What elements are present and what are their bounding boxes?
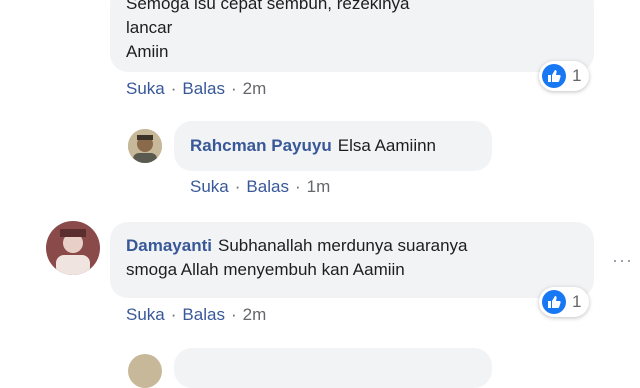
more-options-icon[interactable]: ··· <box>612 250 633 271</box>
separator-dot: · <box>230 79 237 98</box>
like-link[interactable]: Suka <box>126 305 165 324</box>
reaction-count: 1 <box>572 292 582 311</box>
reply-link[interactable]: Balas <box>182 305 225 324</box>
reply-link[interactable]: Balas <box>246 177 289 196</box>
thumbs-up-icon <box>542 290 566 314</box>
comment-text-line: Semoga isu cepat sembuh, rezekinya <box>126 0 410 13</box>
comment-actions: Suka · Balas · 2m <box>126 79 266 99</box>
comment-text-line: smoga Allah menyembuh kan Aamiin <box>126 260 405 279</box>
like-link[interactable]: Suka <box>190 177 229 196</box>
separator-dot: · <box>170 305 177 324</box>
reply-link[interactable]: Balas <box>182 79 225 98</box>
reaction-badge[interactable]: 1 <box>539 287 590 317</box>
reaction-badge[interactable]: 1 <box>539 61 590 91</box>
reply-actions: Suka · Balas · 1m <box>190 177 330 197</box>
reply-text: Elsa Aamiinn <box>337 136 437 155</box>
comment-author[interactable]: Damayanti <box>126 236 212 255</box>
timestamp[interactable]: 2m <box>243 79 267 98</box>
reaction-count: 1 <box>572 66 582 85</box>
comment-bubble: Semoga isu cepat sembuh, rezekinya lanca… <box>110 0 594 72</box>
timestamp[interactable]: 2m <box>243 305 267 324</box>
comment-bubble: Damayanti Subhanallah merdunya suaranya s… <box>110 222 594 298</box>
avatar[interactable] <box>46 221 100 275</box>
comment-text-line: Subhanallah merdunya suaranya <box>217 236 468 255</box>
separator-dot: · <box>294 177 301 196</box>
separator-dot: · <box>234 177 241 196</box>
reply-bubble: Rahcman Payuyu Elsa Aamiinn <box>174 121 492 171</box>
separator-dot: · <box>230 305 237 324</box>
comment-actions: Suka · Balas · 2m <box>126 305 266 325</box>
thumbs-up-icon <box>542 64 566 88</box>
comment-text-line: lancar <box>126 18 173 37</box>
separator-dot: · <box>170 79 177 98</box>
like-link[interactable]: Suka <box>126 79 165 98</box>
avatar[interactable] <box>128 354 162 388</box>
comment-text-line: Amiin <box>126 42 169 61</box>
reply-bubble <box>174 348 492 388</box>
timestamp[interactable]: 1m <box>307 177 331 196</box>
avatar[interactable] <box>128 129 162 163</box>
reply-author[interactable]: Rahcman Payuyu <box>190 136 332 155</box>
